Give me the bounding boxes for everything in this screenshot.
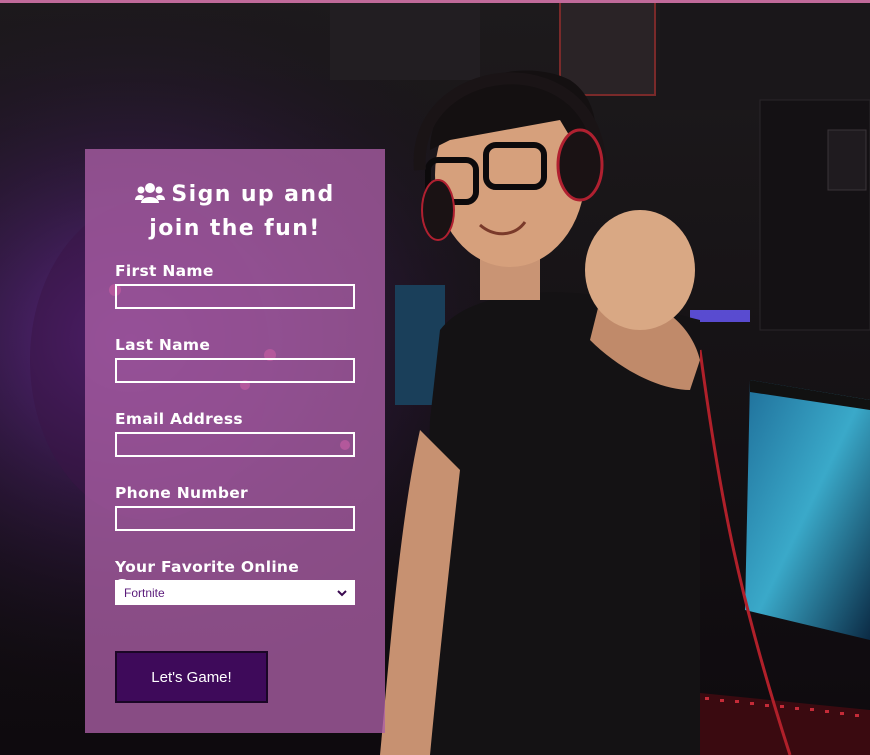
- phone-input[interactable]: [115, 506, 355, 531]
- form-title-line1: Sign up and: [171, 182, 335, 207]
- first-name-input[interactable]: [115, 284, 355, 309]
- email-label: Email Address: [115, 410, 243, 428]
- form-title: Sign up and join the fun!: [85, 179, 385, 244]
- email-input[interactable]: [115, 432, 355, 457]
- phone-label: Phone Number: [115, 484, 248, 502]
- top-accent-line: [0, 0, 870, 3]
- favorite-game-selected: Fortnite: [124, 586, 165, 600]
- email-group: Email Address: [115, 410, 355, 457]
- lets-game-button[interactable]: Let's Game!: [115, 651, 268, 703]
- first-name-group: First Name: [115, 262, 355, 309]
- first-name-label: First Name: [115, 262, 214, 280]
- last-name-label: Last Name: [115, 336, 211, 354]
- favorite-game-group: Your Favorite Online Game Fortnite: [115, 558, 355, 605]
- users-icon: [135, 182, 166, 213]
- favorite-game-label: Your Favorite Online Game: [115, 558, 300, 594]
- favorite-game-select[interactable]: Fortnite: [115, 580, 355, 605]
- last-name-input[interactable]: [115, 358, 355, 383]
- chevron-down-icon: [337, 587, 347, 601]
- form-title-line2: join the fun!: [149, 216, 321, 241]
- last-name-group: Last Name: [115, 336, 355, 383]
- phone-group: Phone Number: [115, 484, 355, 531]
- signup-form-panel: Sign up and join the fun! First Name Las…: [85, 149, 385, 733]
